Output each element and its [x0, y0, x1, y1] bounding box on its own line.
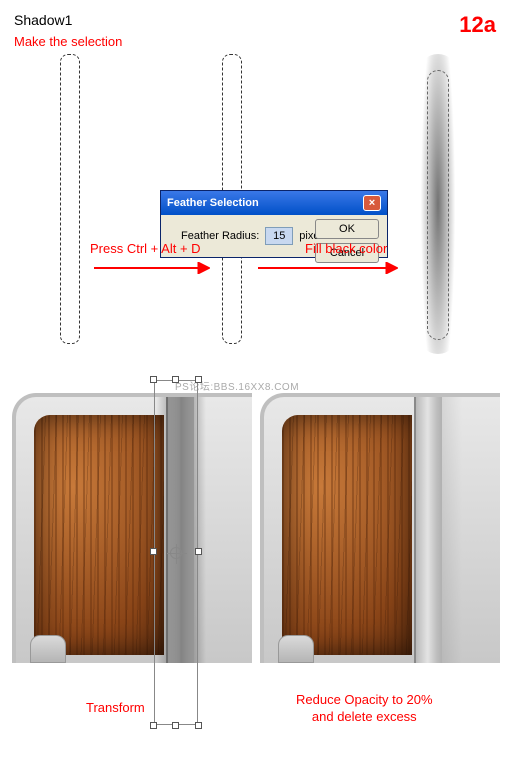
corner-piece	[30, 635, 66, 663]
caption-fill: Fill black color	[305, 241, 387, 256]
wood-texture	[282, 415, 412, 655]
selection-marquee-1	[60, 54, 80, 344]
transform-handle[interactable]	[195, 722, 202, 729]
transform-handle[interactable]	[150, 548, 157, 555]
close-icon[interactable]: ×	[363, 195, 381, 211]
caption-opacity: Reduce Opacity to 20%and delete excess	[296, 692, 433, 726]
render-preview-right	[260, 393, 500, 663]
caption-transform: Transform	[86, 700, 145, 715]
dialog-titlebar: Feather Selection ×	[161, 191, 387, 215]
feather-input[interactable]	[265, 227, 293, 245]
transform-handle[interactable]	[195, 548, 202, 555]
selection-marquee-3	[427, 70, 449, 340]
step-number: 12a	[459, 12, 496, 38]
corner-piece	[278, 635, 314, 663]
transform-handle[interactable]	[172, 722, 179, 729]
transform-handle[interactable]	[195, 376, 202, 383]
transform-handle[interactable]	[150, 376, 157, 383]
ok-button[interactable]: OK	[315, 219, 379, 239]
dialog-title: Feather Selection	[167, 197, 259, 209]
top-area: Feather Selection × Feather Radius: pixe…	[0, 50, 510, 360]
arrow-icon	[258, 262, 398, 274]
transform-handle[interactable]	[150, 722, 157, 729]
shadow-strip-reduced	[412, 397, 462, 663]
render-preview-left	[12, 393, 252, 663]
transform-center[interactable]	[170, 547, 182, 559]
transform-handle[interactable]	[172, 376, 179, 383]
arrow-icon	[94, 262, 210, 274]
subtitle: Make the selection	[14, 34, 122, 49]
transform-box[interactable]	[154, 380, 198, 725]
wood-texture	[34, 415, 164, 655]
caption-shortcut: Press Ctrl + Alt + D	[90, 241, 201, 256]
